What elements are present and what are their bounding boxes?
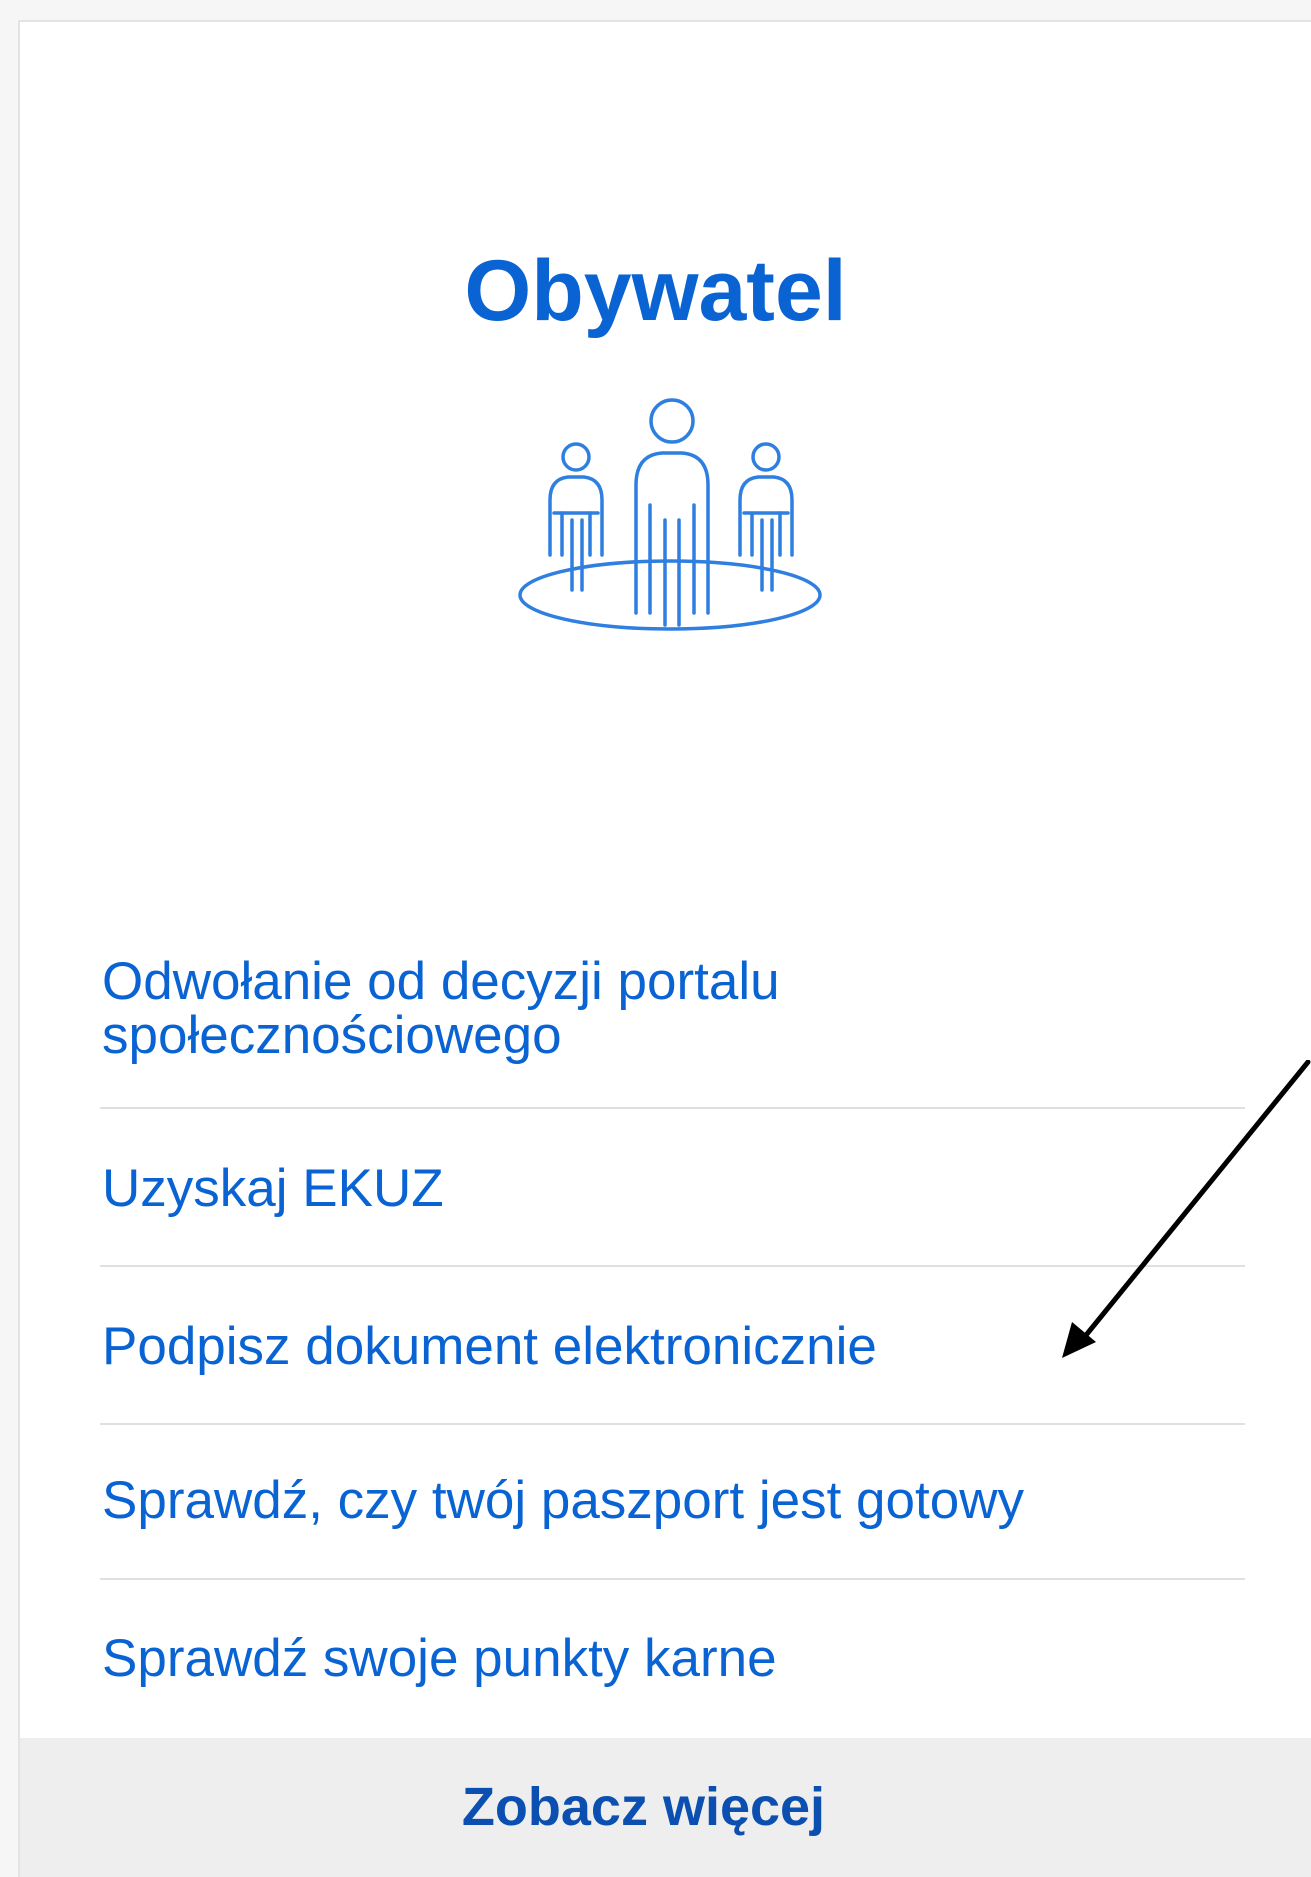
link-passport-status[interactable]: Sprawdź, czy twój paszport jest gotowy xyxy=(100,1474,1245,1528)
link-social-portal-appeal[interactable]: Odwołanie od decyzji portalu społecznośc… xyxy=(100,955,1245,1063)
see-more-button[interactable]: Zobacz więcej xyxy=(0,1738,1289,1877)
list-item: Sprawdź swoje punkty karne xyxy=(100,1632,1245,1686)
divider xyxy=(100,1423,1245,1425)
people-group-icon xyxy=(518,398,822,631)
card-footer: Zobacz więcej xyxy=(20,1738,1311,1877)
arrow-icon xyxy=(1062,1060,1311,1358)
link-label-line2: społecznościowego xyxy=(102,1006,562,1065)
divider xyxy=(100,1578,1245,1580)
link-label-line1: Odwołanie od decyzji portalu xyxy=(102,952,780,1011)
link-penalty-points[interactable]: Sprawdź swoje punkty karne xyxy=(100,1632,1245,1686)
card-title: Obywatel xyxy=(464,243,847,339)
list-item: Odwołanie od decyzji portalu społecznośc… xyxy=(100,955,1245,1063)
list-item: Sprawdź, czy twój paszport jest gotowy xyxy=(100,1474,1245,1528)
